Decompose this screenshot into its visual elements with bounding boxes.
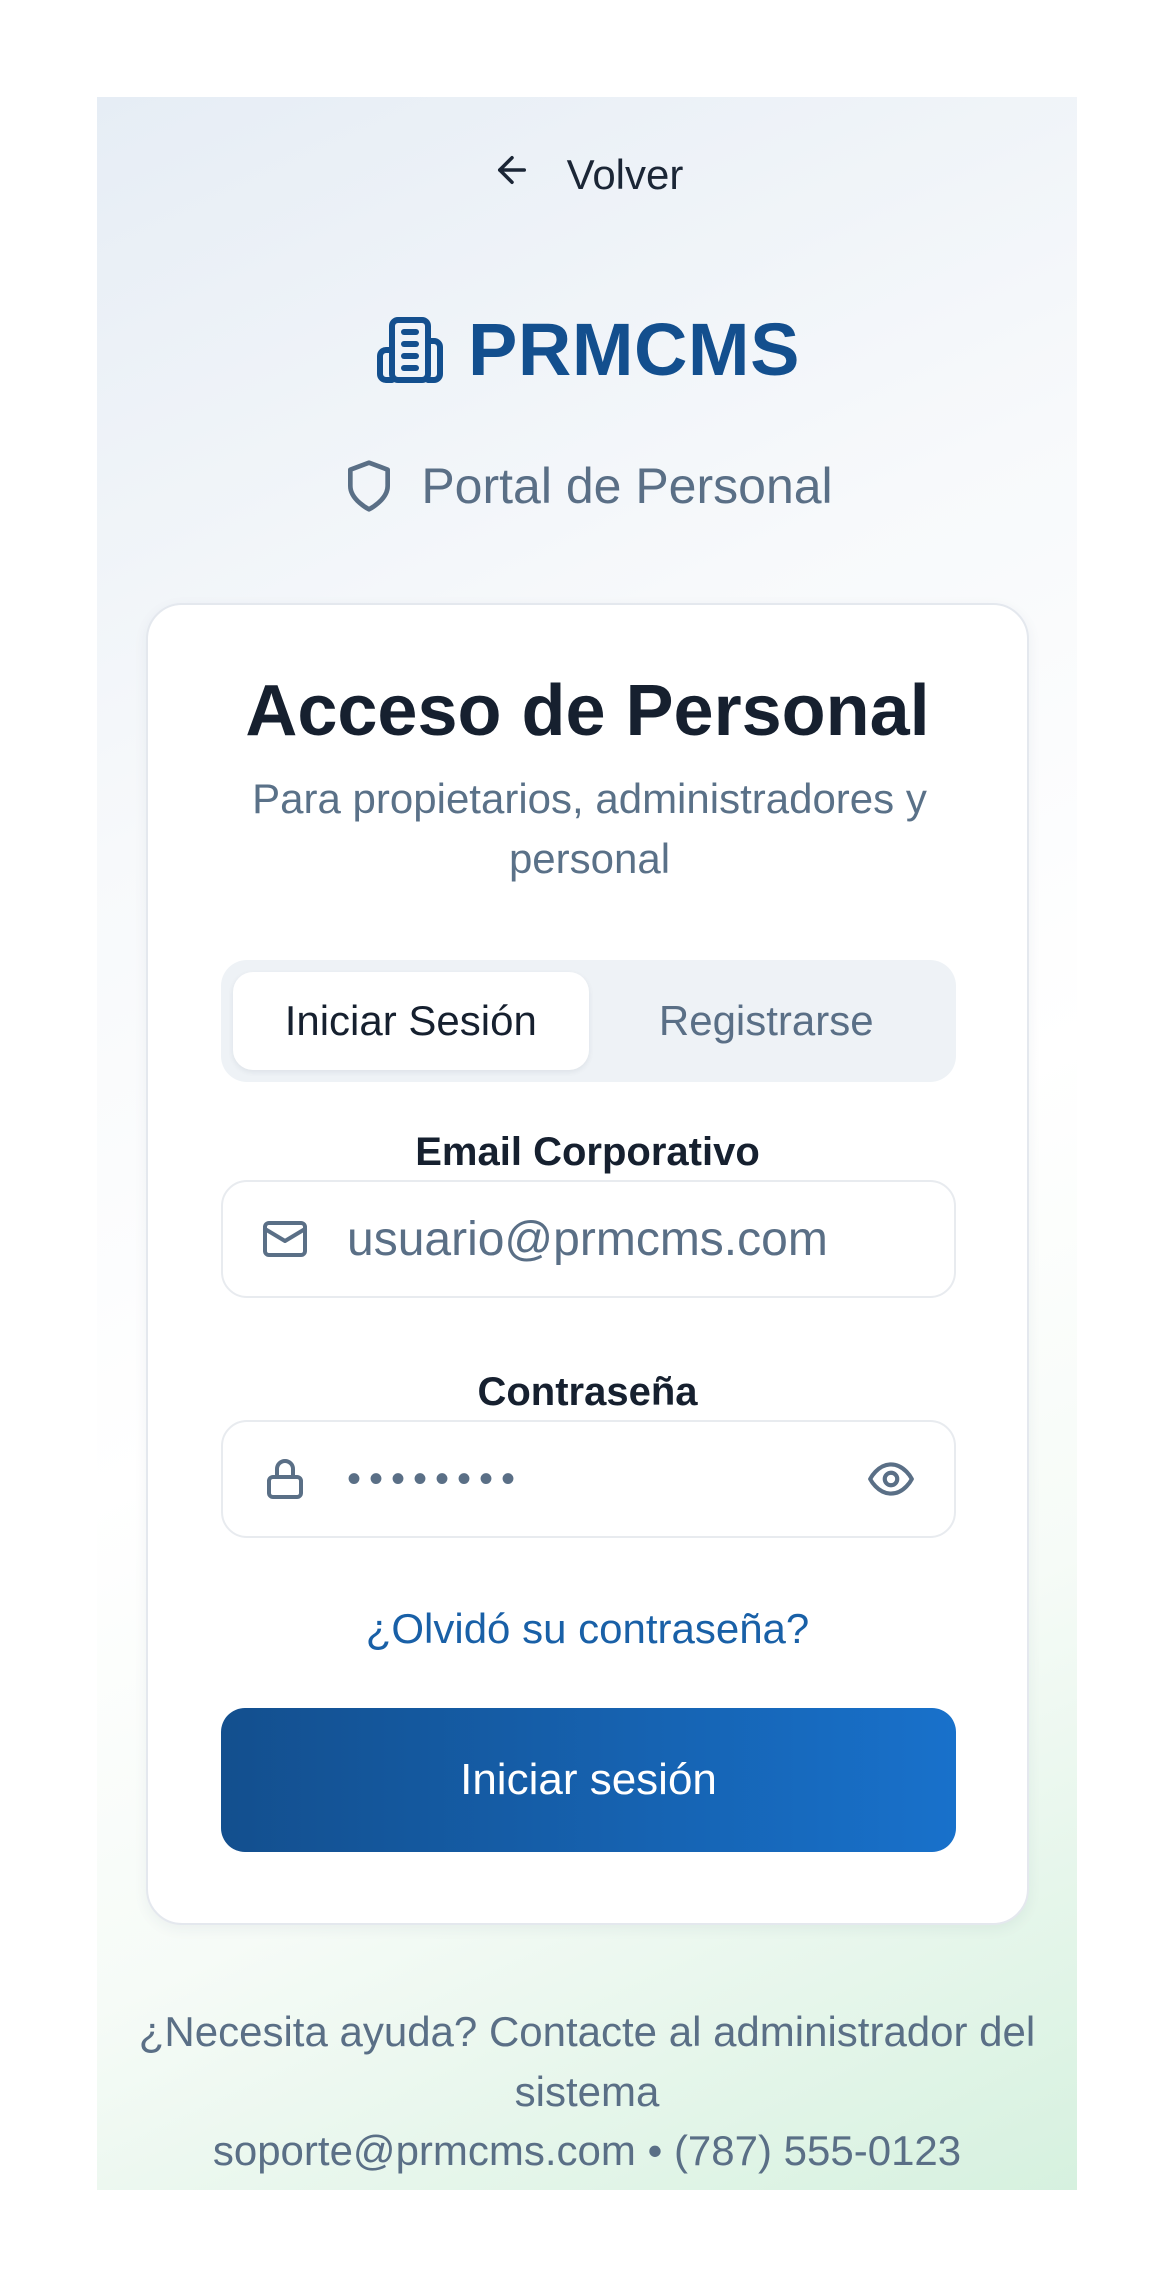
forgot-password-link[interactable]: ¿Olvidó su contraseña? xyxy=(148,1605,1027,1653)
tab-login[interactable]: Iniciar Sesión xyxy=(233,972,589,1070)
login-submit-button[interactable]: Iniciar sesión xyxy=(221,1708,956,1852)
back-button[interactable]: Volver xyxy=(97,135,1077,215)
email-placeholder: usuario@prmcms.com xyxy=(347,1212,828,1266)
contact-info: soporte@prmcms.com • (787) 555-0123 xyxy=(212,2127,962,2174)
login-card: Acceso de Personal Para propietarios, ad… xyxy=(146,603,1029,1925)
tab-register[interactable]: Registrarse xyxy=(589,972,945,1070)
eye-icon[interactable] xyxy=(866,1454,916,1504)
card-title: Acceso de Personal xyxy=(245,671,930,751)
email-label: Email Corporativo xyxy=(415,1130,760,1174)
auth-tabs: Iniciar Sesión Registrarse xyxy=(221,960,956,1082)
login-screen: Volver PRMCMS Portal de Personal Acceso … xyxy=(97,97,1077,2190)
card-subtitle: Para propietarios, administradores y per… xyxy=(252,775,927,882)
brand-name: PRMCMS xyxy=(468,308,800,391)
arrow-left-icon xyxy=(491,149,533,201)
help-text: ¿Necesita ayuda? Contacte al administrad… xyxy=(138,2008,1036,2115)
portal-text: Portal de Personal xyxy=(421,458,833,514)
portal-label: Portal de Personal xyxy=(97,457,1077,515)
password-label: Contraseña xyxy=(477,1370,698,1414)
mail-icon xyxy=(261,1215,309,1263)
lock-icon xyxy=(261,1455,309,1503)
building-icon xyxy=(374,314,446,386)
shield-icon xyxy=(341,458,397,514)
back-label: Volver xyxy=(566,151,684,198)
password-value: •••••••• xyxy=(347,1456,524,1501)
brand-header: PRMCMS xyxy=(97,307,1077,392)
password-field[interactable]: •••••••• xyxy=(221,1420,956,1538)
email-field[interactable]: usuario@prmcms.com xyxy=(221,1180,956,1298)
